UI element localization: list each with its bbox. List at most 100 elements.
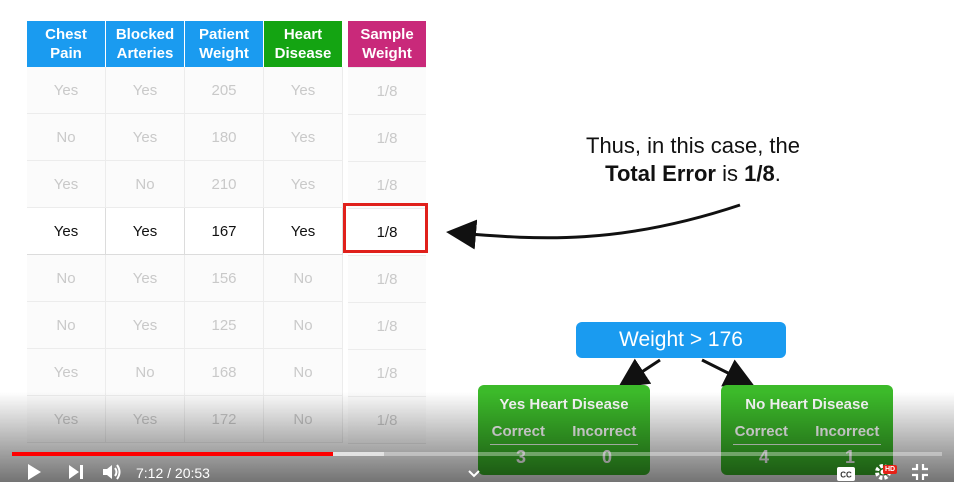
header-chest-pain: Chest Pain <box>27 21 106 67</box>
captions-icon[interactable]: CC <box>836 464 856 484</box>
sample-weight-body: 1/8 1/8 1/8 1/8 1/8 1/8 1/8 1/8 <box>348 67 426 444</box>
leaf-yes-incorrect-label: Incorrect <box>572 423 637 440</box>
table-row: No Yes 180 Yes <box>27 113 343 161</box>
annotation-text: Thus, in this case, the Total Error is 1… <box>560 132 826 188</box>
table-cell: No <box>263 348 343 396</box>
table-cell: No <box>105 160 185 208</box>
table-cell: 205 <box>184 67 264 114</box>
leaf-no-values: 4 1 <box>721 447 893 468</box>
stump-left-arrow <box>617 358 661 388</box>
sample-weight-cell: 1/8 <box>348 349 426 397</box>
hd-badge: HD <box>883 465 897 474</box>
sample-weight-row: 1/8 <box>348 302 426 350</box>
table-cell: Yes <box>105 301 185 349</box>
data-table: Chest Pain Blocked Arteries Patient Weight … <box>27 21 343 443</box>
header-word: Heart <box>283 26 323 43</box>
leaf-yes-correct-label: Correct <box>491 423 545 440</box>
leaf-no-divider <box>733 444 881 445</box>
leaf-yes-correct-value: 3 <box>515 447 526 467</box>
svg-text:CC: CC <box>840 471 852 480</box>
table-cell: 172 <box>184 395 264 443</box>
header-word: Disease <box>274 45 332 62</box>
table-row: No Yes 156 No <box>27 254 343 302</box>
table-row: Yes Yes 205 Yes <box>27 67 343 114</box>
header-word: Chest <box>45 26 87 43</box>
header-word: Sample <box>360 26 414 43</box>
sample-weight-cell: 1/8 <box>348 67 426 115</box>
sample-weight-cell: 1/8 <box>348 114 426 162</box>
table-cell: 168 <box>184 348 264 396</box>
sample-weight-row: 1/8 <box>348 161 426 209</box>
table-cell: Yes <box>105 67 185 114</box>
sample-weight-row: 1/8 <box>348 349 426 397</box>
video-frame[interactable]: Chest Pain Blocked Arteries Patient Weight … <box>0 0 954 482</box>
leaf-yes-divider <box>490 444 638 445</box>
table-cell: Yes <box>27 207 106 255</box>
table-cell: No <box>263 254 343 302</box>
pointer-arrow <box>446 203 741 250</box>
stump-leaf-no: No Heart Disease Correct Incorrect 4 1 <box>721 385 893 475</box>
header-word: Weight <box>199 45 249 62</box>
header-word: Patient <box>198 26 249 43</box>
table-cell: No <box>27 301 106 349</box>
table-cell: Yes <box>263 207 343 255</box>
table-cell: Yes <box>27 160 106 208</box>
header-sample-weight: Sample Weight <box>348 21 426 68</box>
chevron-down-icon[interactable] <box>467 464 481 484</box>
header-patient-weight: Patient Weight <box>184 21 264 67</box>
annotation-line1: Thus, in this case, the <box>586 133 800 158</box>
leaf-yes-columns: Correct Incorrect <box>478 423 650 440</box>
table-cell: Yes <box>263 67 343 114</box>
sample-weight-cell: 1/8 <box>348 255 426 303</box>
leaf-yes-title: Yes Heart Disease <box>499 396 629 413</box>
stump-leaf-yes: Yes Heart Disease Correct Incorrect 3 0 <box>478 385 650 475</box>
table-row: Yes No 210 Yes <box>27 160 343 208</box>
table-row: Yes Yes 172 No <box>27 395 343 443</box>
sample-weight-row: 1/8 <box>348 114 426 162</box>
sample-weight-row: 1/8 <box>348 255 426 303</box>
table-row: Yes No 168 No <box>27 348 343 396</box>
exit-fullscreen-icon[interactable] <box>910 462 930 482</box>
header-word: Blocked <box>115 26 175 43</box>
sample-weight-row: 1/8 <box>348 67 426 115</box>
table-cell: 125 <box>184 301 264 349</box>
table-header-row: Chest Pain Blocked Arteries Patient Weight … <box>27 21 343 67</box>
table-cell: 210 <box>184 160 264 208</box>
leaf-no-correct-value: 4 <box>758 447 769 467</box>
table-row: No Yes 125 No <box>27 301 343 349</box>
header-blocked-arteries: Blocked Arteries <box>105 21 185 67</box>
table-cell: No <box>263 301 343 349</box>
table-body: Yes Yes 205 Yes No Yes 180 Yes Yes No 210 Yes Yes Yes… <box>27 67 343 443</box>
sample-weight-cell: 1/8 <box>348 396 426 444</box>
table-cell: Yes <box>27 67 106 114</box>
leaf-yes-incorrect-value: 0 <box>601 447 612 467</box>
sample-weight-header-row: Sample Weight <box>348 21 426 68</box>
leaf-no-title: No Heart Disease <box>745 396 869 413</box>
progress-played <box>12 452 333 456</box>
leaf-no-correct-label: Correct <box>734 423 788 440</box>
next-icon[interactable] <box>66 462 86 482</box>
play-icon[interactable] <box>24 462 44 482</box>
annotation-bold-total-error: Total Error <box>605 161 716 186</box>
table-row: Yes Yes 167 Yes <box>27 207 343 255</box>
sample-weight-row: 1/8 <box>348 396 426 444</box>
time-display: 7:12 / 20:53 <box>136 465 210 481</box>
table-cell: Yes <box>263 160 343 208</box>
leaf-no-incorrect-label: Incorrect <box>815 423 880 440</box>
leaf-yes-values: 3 0 <box>478 447 650 468</box>
table-cell: 167 <box>184 207 264 255</box>
annotation-mid: is <box>715 161 745 186</box>
sample-weight-cell: 1/8 <box>348 161 426 209</box>
table-cell: Yes <box>105 254 185 302</box>
table-cell: Yes <box>105 395 185 443</box>
header-word: Arteries <box>116 45 174 62</box>
progress-bar[interactable] <box>12 452 942 456</box>
header-word: Weight <box>362 45 412 62</box>
table-cell: Yes <box>105 207 185 255</box>
table-cell: Yes <box>27 395 106 443</box>
table-cell: No <box>263 395 343 443</box>
table-cell: No <box>105 348 185 396</box>
volume-icon[interactable] <box>101 462 123 482</box>
table-cell: 180 <box>184 113 264 161</box>
sample-weight-cell: 1/8 <box>348 302 426 350</box>
